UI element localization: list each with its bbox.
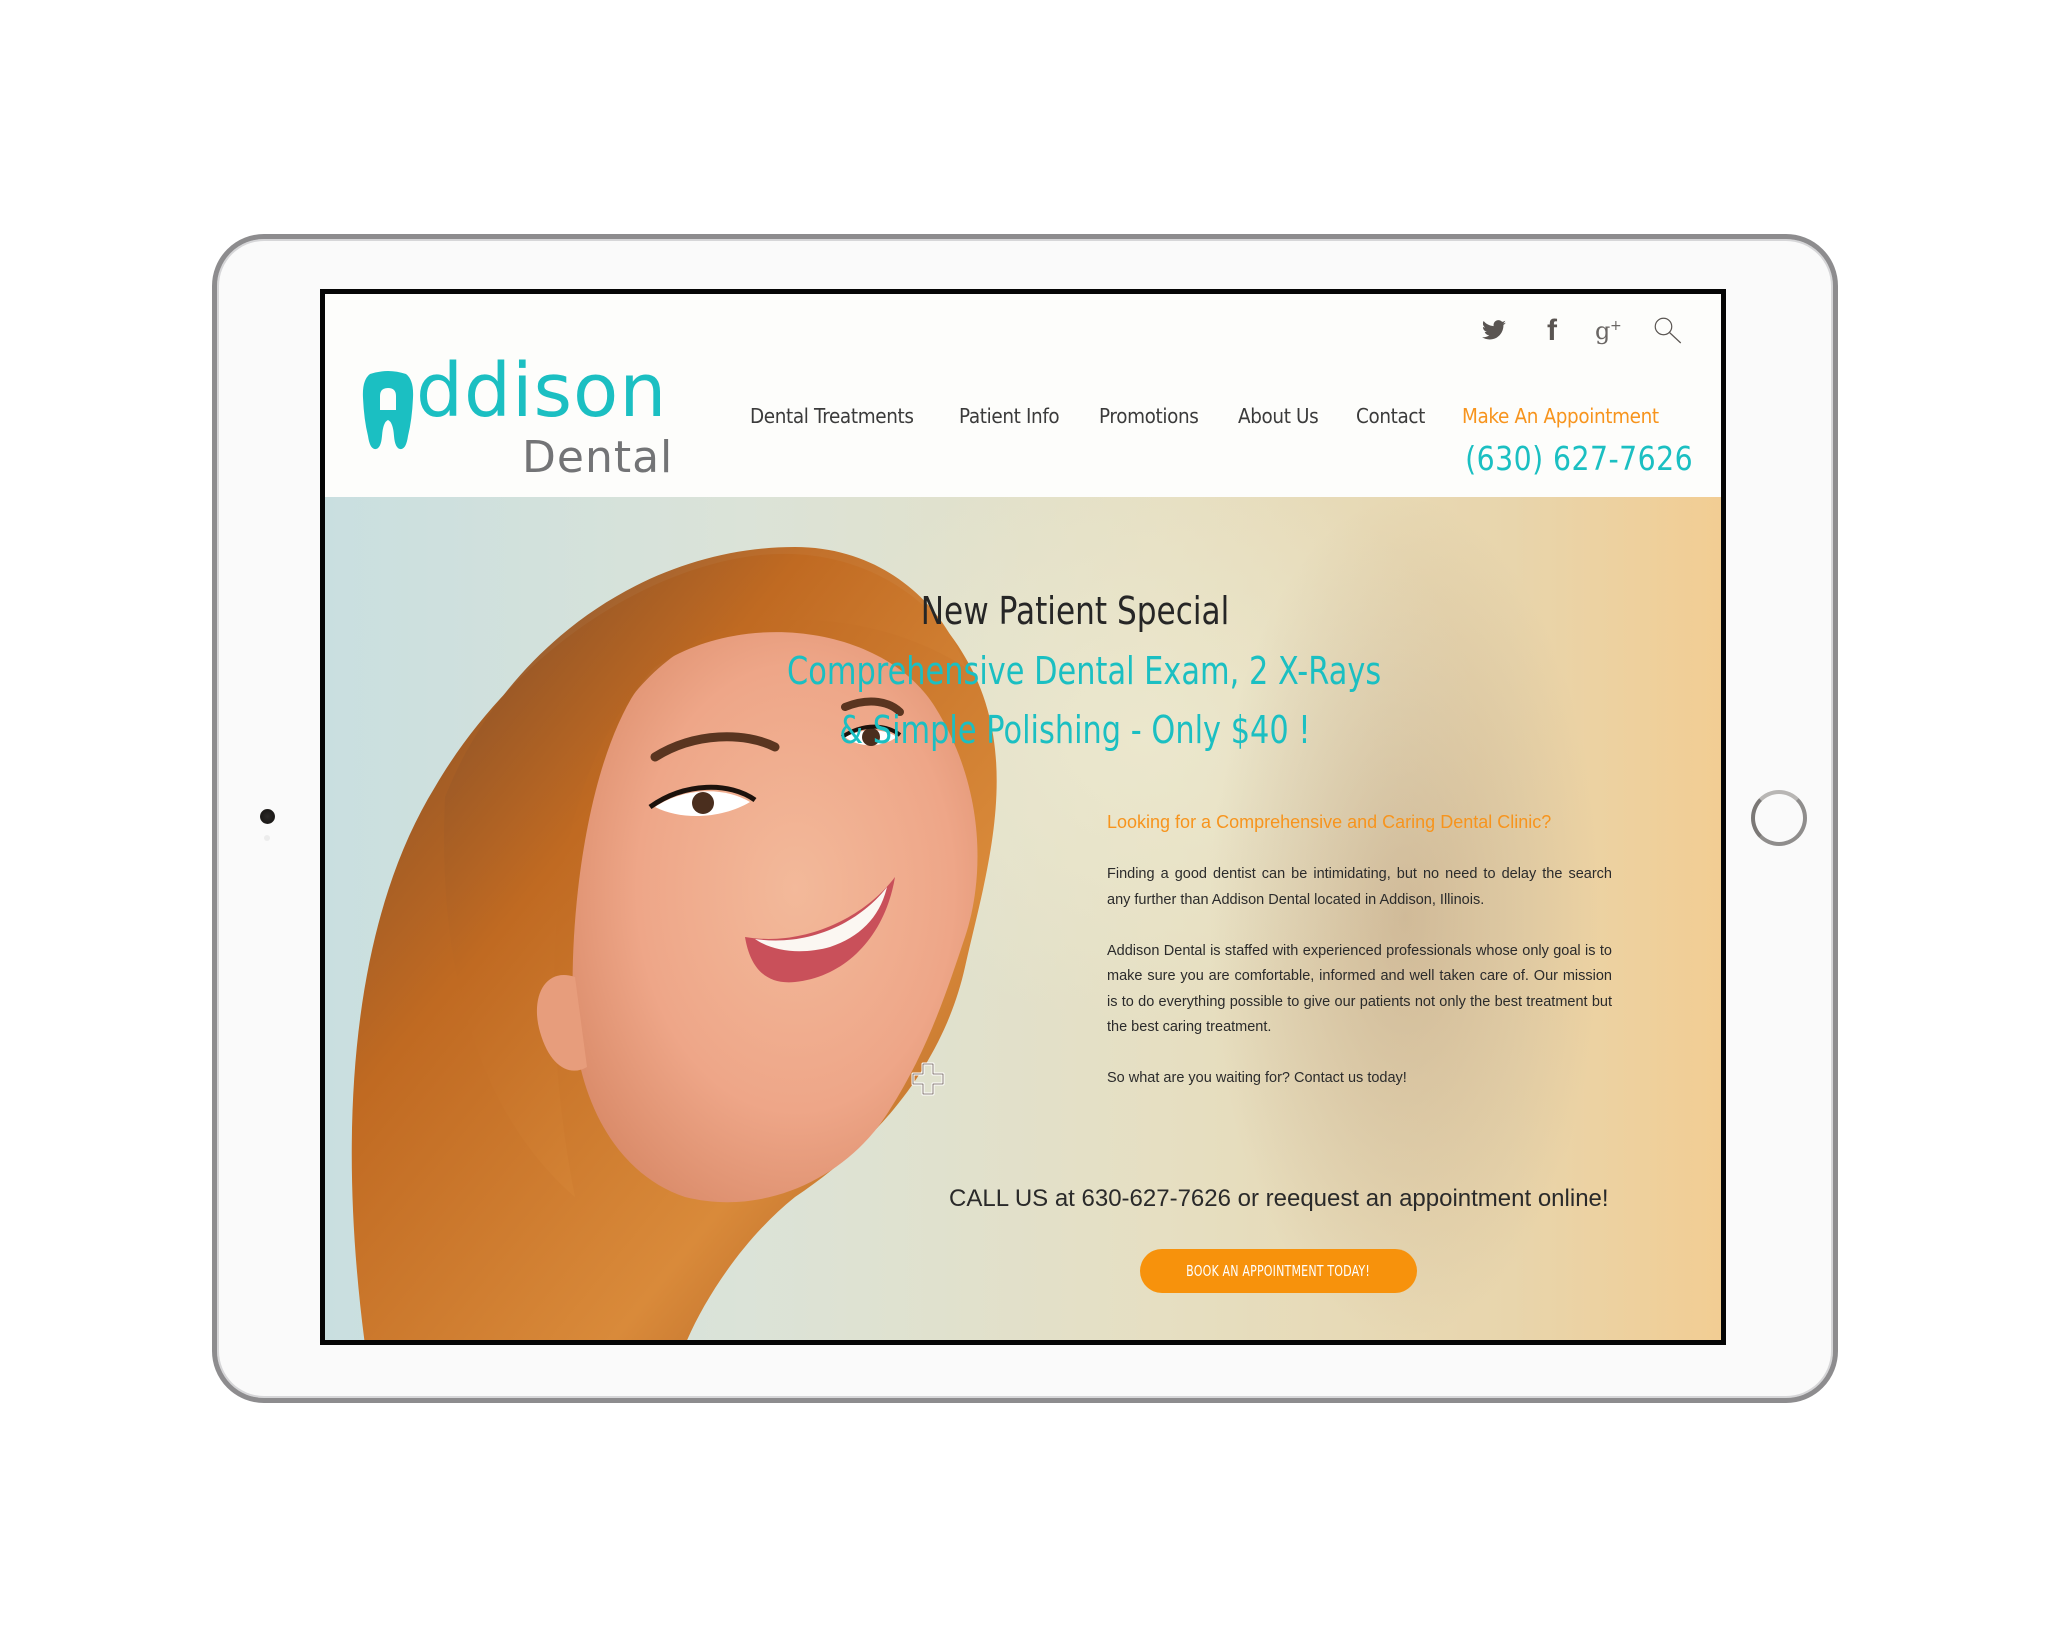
intro-heading: Looking for a Comprehensive and Caring D… <box>1107 812 1552 832</box>
book-appointment-label: BOOK AN APPOINTMENT TODAY! <box>1186 1262 1371 1280</box>
svg-text:+: + <box>1610 318 1622 334</box>
nav-promotions[interactable]: Promotions <box>1099 404 1199 428</box>
logo-subtitle: Dental <box>522 432 674 483</box>
book-appointment-button[interactable]: BOOK AN APPOINTMENT TODAY! <box>1140 1249 1417 1293</box>
cursor-crosshair-icon <box>911 1062 945 1096</box>
google-plus-icon[interactable]: g + <box>1595 316 1625 346</box>
svg-text:g: g <box>1595 317 1610 345</box>
nav-dental-treatments[interactable]: Dental Treatments <box>750 404 914 428</box>
tooth-icon <box>362 371 414 450</box>
facebook-icon[interactable]: f <box>1537 316 1567 346</box>
intro-paragraph: Finding a good dentist can be intimidati… <box>1107 866 1612 908</box>
twitter-icon[interactable] <box>1479 316 1509 346</box>
home-button[interactable] <box>1751 790 1807 846</box>
tablet-screen: ddison Dental f g + Dental Treatments Pa… <box>320 289 1726 1345</box>
phone-number[interactable]: (630) 627-7626 <box>1465 439 1693 478</box>
promo-title: New Patient Special <box>920 589 1230 633</box>
hero-content: New Patient Special Comprehensive Dental… <box>325 497 1721 1340</box>
logo[interactable]: ddison Dental <box>362 354 674 483</box>
promo-offer-line-2: & Simple Polishing - Only $40 ! <box>839 708 1311 752</box>
nav-make-appointment[interactable]: Make An Appointment <box>1462 404 1659 428</box>
nav-contact[interactable]: Contact <box>1356 404 1425 428</box>
hero-banner: New Patient Special Comprehensive Dental… <box>325 497 1721 1340</box>
main-nav: Dental Treatments Patient Info Promotion… <box>750 404 1676 428</box>
nav-patient-info[interactable]: Patient Info <box>959 404 1060 428</box>
search-icon[interactable] <box>1653 316 1683 346</box>
intro-paragraph: So what are you waiting for? Contact us … <box>1107 1070 1407 1086</box>
intro-body: Finding a good dentist can be intimidati… <box>1107 862 1612 1117</box>
front-camera <box>260 809 275 824</box>
site-header: ddison Dental f g + Dental Treatments Pa… <box>325 294 1721 497</box>
intro-paragraph: Addison Dental is staffed with experienc… <box>1107 942 1612 1036</box>
call-us-text: CALL US at 630-627-7626 or reequest an a… <box>949 1185 1609 1212</box>
ambient-light-sensor <box>264 835 270 841</box>
social-links: f g + <box>1479 316 1683 346</box>
nav-about-us[interactable]: About Us <box>1238 404 1319 428</box>
promo-offer-line-1: Comprehensive Dental Exam, 2 X-Rays <box>787 649 1382 693</box>
logo-wordmark: ddison <box>416 348 668 434</box>
